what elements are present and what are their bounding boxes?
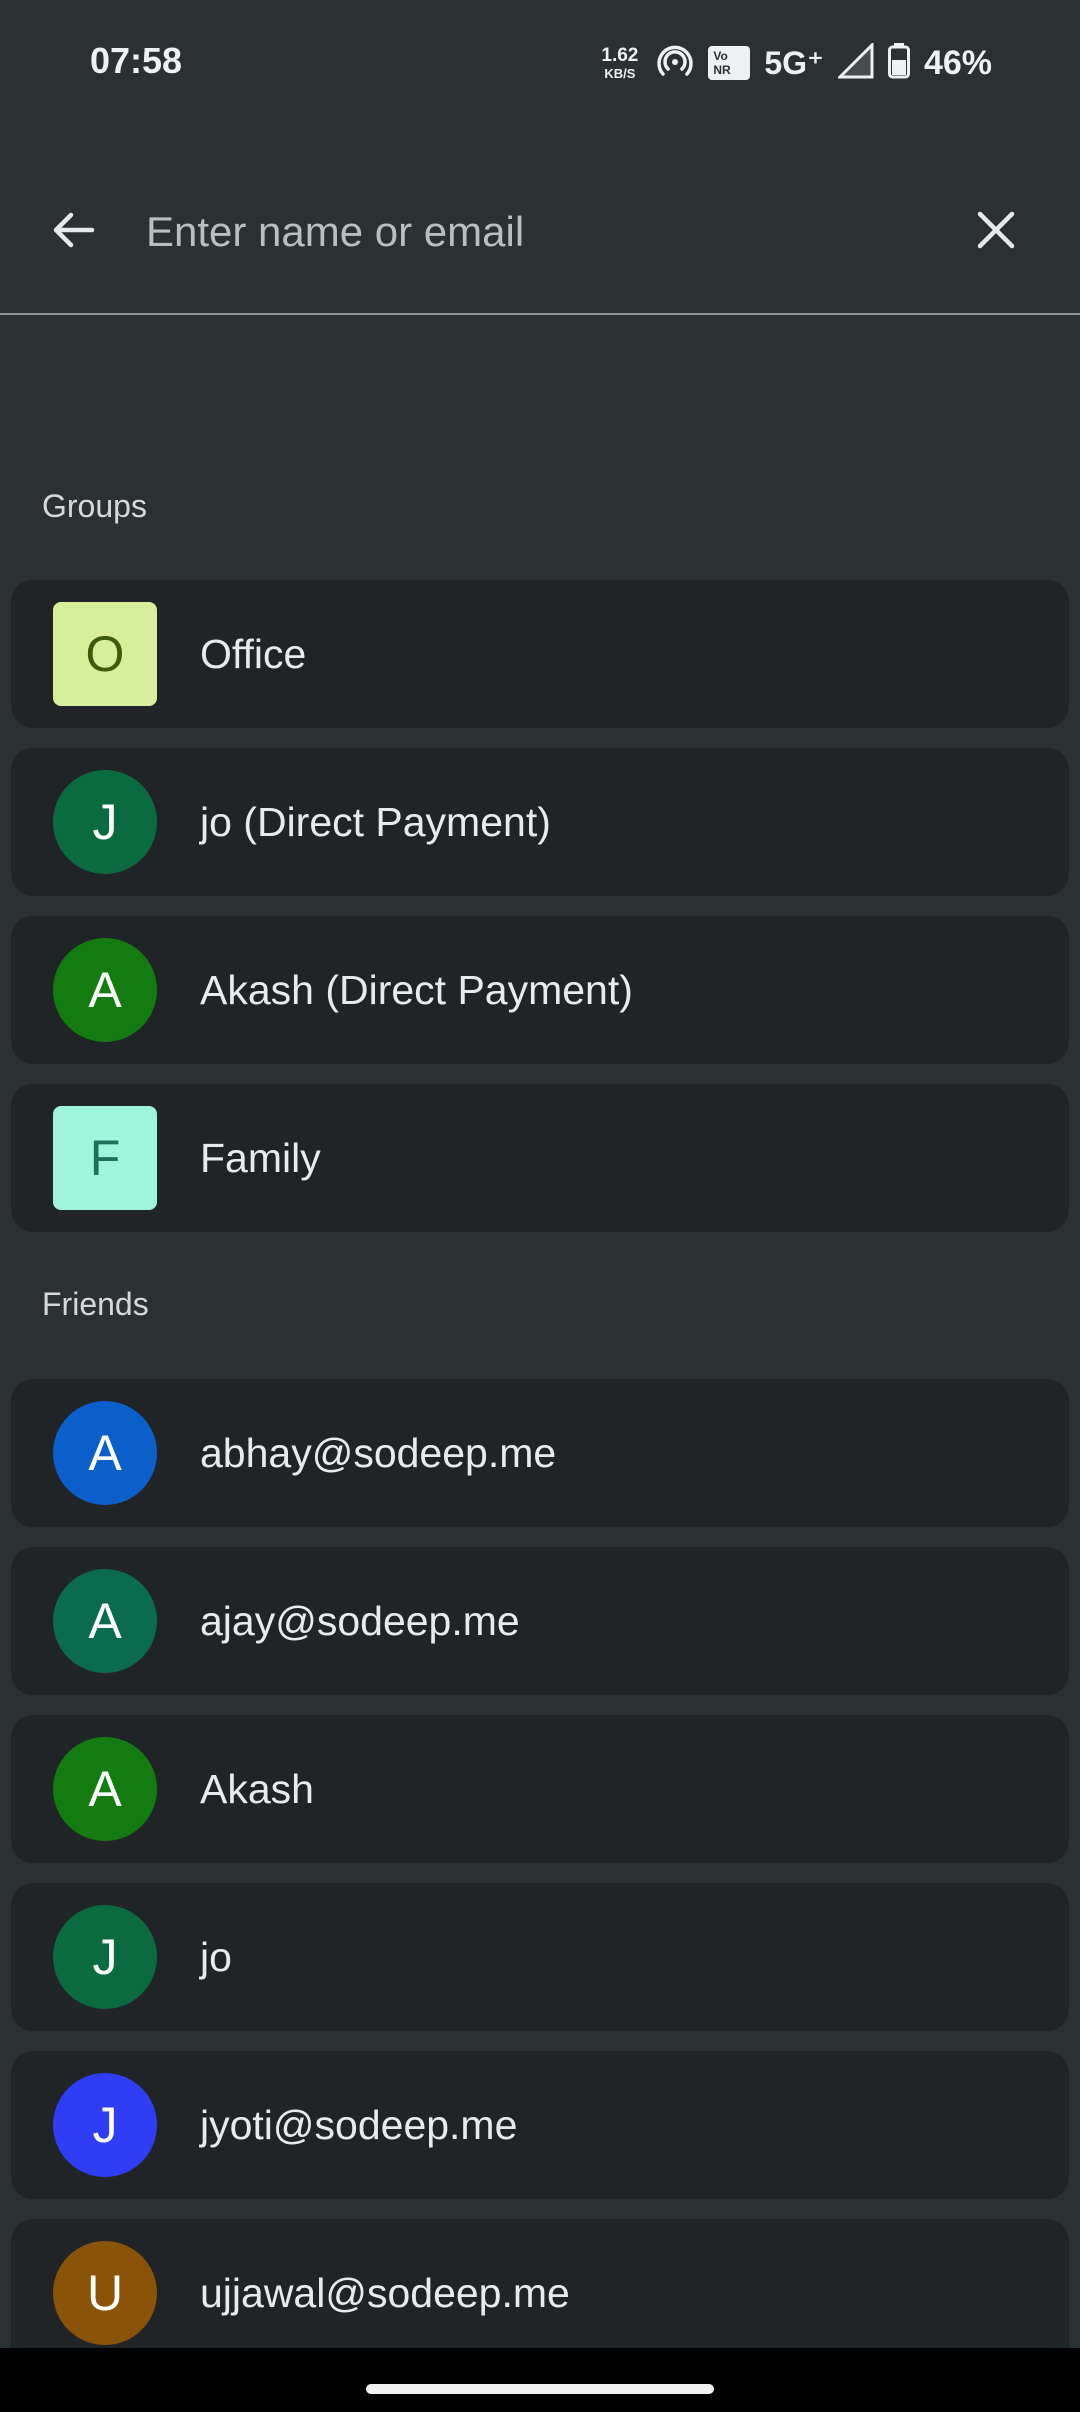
vonr-icon: Vo NR <box>708 46 751 80</box>
group-name: Akash (Direct Payment) <box>200 966 633 1013</box>
friend-row[interactable]: Jjo <box>11 1883 1069 2031</box>
group-name: jo (Direct Payment) <box>200 798 551 845</box>
status-icons: 1.62 KB/S Vo NR 5G⁺ 46% <box>601 38 992 88</box>
friend-avatar: J <box>53 2073 157 2177</box>
vonr-top: Vo <box>713 49 728 63</box>
net-speed: 1.62 KB/S <box>601 46 638 80</box>
friend-name: jo <box>200 1933 232 1980</box>
battery-percent: 46% <box>923 43 992 82</box>
groups-list: O Office Jjo (Direct Payment) A Akash (Direc… <box>11 580 1069 1252</box>
group-avatar: F <box>53 1106 157 1210</box>
status-time: 07:58 <box>90 40 183 81</box>
close-icon <box>977 211 1015 249</box>
group-row[interactable]: A Akash (Direct Payment) <box>11 916 1069 1064</box>
net-speed-value: 1.62 <box>601 45 639 66</box>
net-speed-unit: KB/S <box>604 66 636 81</box>
groups-heading: Groups <box>42 488 147 524</box>
navigation-bar <box>0 2348 1080 2412</box>
friend-name: jyoti@sodeep.me <box>200 2101 518 2148</box>
group-avatar: J <box>53 770 157 874</box>
search-bar <box>0 160 1080 315</box>
clear-button[interactable] <box>964 198 1028 262</box>
friend-avatar: A <box>53 1569 157 1673</box>
friend-row[interactable]: Jjyoti@sodeep.me <box>11 2051 1069 2199</box>
home-indicator[interactable] <box>366 2384 714 2394</box>
friend-avatar: A <box>53 1737 157 1841</box>
friend-name: abhay@sodeep.me <box>200 1429 557 1476</box>
signal-icon <box>836 40 874 84</box>
group-row[interactable]: O Office <box>11 580 1069 728</box>
screen: 07:58 1.62 KB/S Vo NR 5G⁺ 46% Enter name… <box>0 0 1080 2412</box>
friend-row[interactable]: A Akash <box>11 1715 1069 1863</box>
friend-row[interactable]: Aabhay@sodeep.me <box>11 1379 1069 1527</box>
friend-avatar: U <box>53 2241 157 2345</box>
network-type: 5G⁺ <box>764 45 824 81</box>
friend-row[interactable]: Uujjawal@sodeep.me <box>11 2219 1069 2367</box>
friend-avatar: J <box>53 1905 157 2009</box>
group-name: Office <box>200 630 307 677</box>
back-button[interactable] <box>42 198 106 262</box>
arrow-back-icon <box>53 212 95 248</box>
friends-list: Aabhay@sodeep.me Aajay@sodeep.me A Akash Jjo… <box>11 1379 1069 2387</box>
group-name: Family <box>200 1134 321 1181</box>
vonr-bottom: NR <box>713 63 731 77</box>
friend-name: ajay@sodeep.me <box>200 1597 520 1644</box>
friend-avatar: A <box>53 1401 157 1505</box>
group-avatar: O <box>53 602 157 706</box>
friends-heading: Friends <box>42 1286 149 1322</box>
group-row[interactable]: Jjo (Direct Payment) <box>11 748 1069 896</box>
hotspot-icon <box>656 42 694 85</box>
status-bar: 07:58 1.62 KB/S Vo NR 5G⁺ 46% <box>0 0 1080 130</box>
friend-row[interactable]: Aajay@sodeep.me <box>11 1547 1069 1695</box>
friend-name: ujjawal@sodeep.me <box>200 2269 570 2316</box>
group-avatar: A <box>53 938 157 1042</box>
group-row[interactable]: F Family <box>11 1084 1069 1232</box>
search-input[interactable] <box>146 194 926 270</box>
battery-icon <box>887 42 910 84</box>
friend-name: Akash <box>200 1765 314 1812</box>
